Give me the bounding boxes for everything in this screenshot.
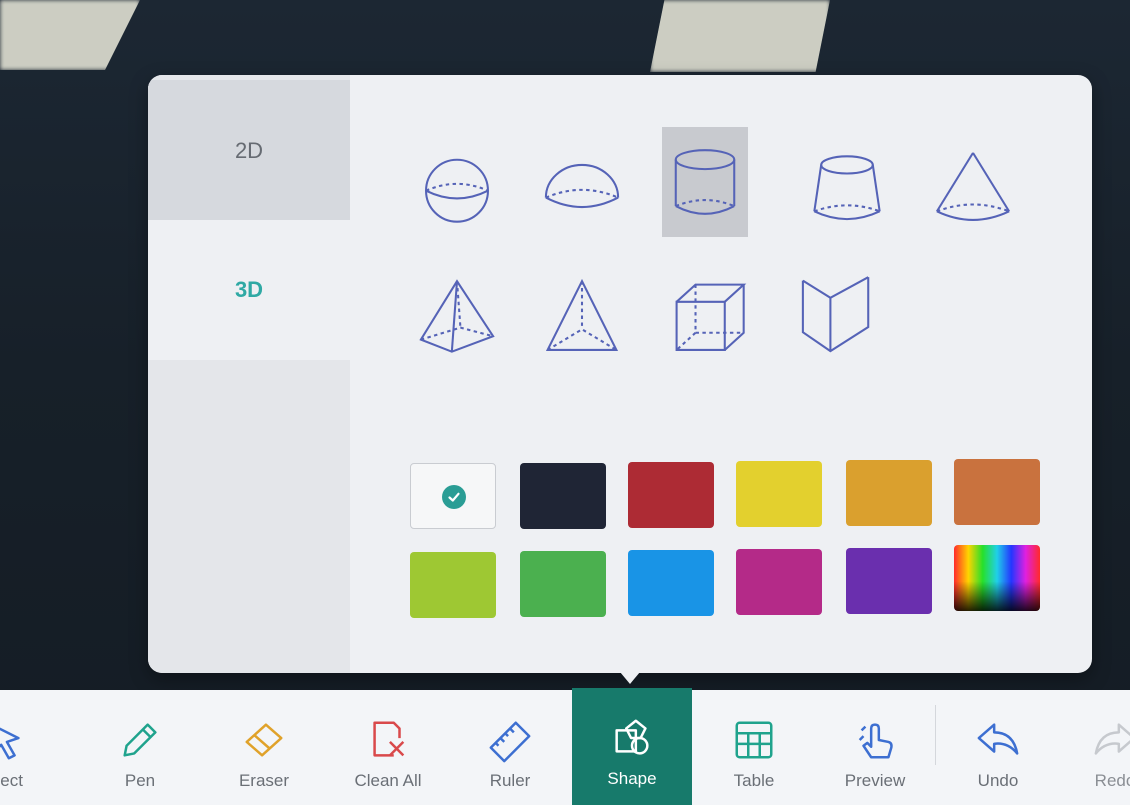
shape-icon [615, 719, 649, 755]
dimension-sidebar: 2D 3D [148, 75, 350, 673]
undo-icon [977, 723, 1019, 755]
preview-hand-icon [858, 723, 893, 759]
hemisphere-shape-button[interactable] [539, 135, 625, 243]
color-swatch-blue[interactable] [628, 550, 714, 616]
color-swatch-white[interactable] [410, 463, 496, 529]
color-swatch-purple[interactable] [846, 548, 932, 614]
square-pyramid-icon [419, 279, 495, 353]
select-tool-label: elect [0, 771, 23, 790]
color-swatch-yellow[interactable] [736, 461, 822, 527]
color-swatch-red[interactable] [628, 462, 714, 528]
clean-all-tool-label: Clean All [354, 771, 422, 790]
bottom-toolbar: elect Pen Eraser Clean All Ruler Shape [0, 688, 1130, 805]
table-icon [735, 721, 773, 759]
triangular-pyramid-shape-button[interactable] [539, 265, 625, 373]
pen-tool-label: Pen [124, 771, 156, 790]
toolbar-divider [935, 705, 936, 765]
checkmark-icon [442, 485, 466, 509]
color-swatch-magenta[interactable] [736, 549, 822, 615]
tab-3d[interactable]: 3D [148, 220, 350, 360]
cone-icon [936, 152, 1010, 221]
pen-icon [123, 723, 157, 757]
table-tool-label: Table [733, 771, 775, 790]
cone-shape-button[interactable] [930, 135, 1016, 243]
shape-tool-label: Shape [607, 769, 657, 788]
ruler-tool-button[interactable]: Ruler [455, 690, 565, 805]
redo-label: Redo [1094, 771, 1130, 790]
open-book-prism-shape-button[interactable] [796, 261, 882, 369]
open-book-prism-icon [801, 276, 870, 353]
cube-icon [675, 283, 747, 351]
sphere-shape-button[interactable] [414, 135, 500, 243]
preview-tool-button[interactable]: Preview [820, 690, 930, 805]
color-swatch-black[interactable] [520, 463, 606, 529]
eraser-tool-label: Eraser [238, 771, 290, 790]
eraser-tool-button[interactable]: Eraser [209, 690, 319, 805]
color-swatch-lime[interactable] [410, 552, 496, 618]
tab-3d-label: 3D [234, 277, 264, 302]
square-pyramid-shape-button[interactable] [414, 265, 500, 373]
shape-picker-panel: 2D 3D [148, 75, 1092, 673]
undo-button[interactable]: Undo [943, 690, 1053, 805]
table-tool-button[interactable]: Table [699, 690, 809, 805]
color-swatch-orange[interactable] [954, 459, 1040, 525]
pen-tool-button[interactable]: Pen [85, 690, 195, 805]
color-swatch-amber[interactable] [846, 460, 932, 526]
clean-all-icon [373, 721, 405, 757]
triangular-pyramid-icon [545, 278, 619, 351]
undo-label: Undo [977, 771, 1019, 790]
cube-shape-button[interactable] [668, 265, 754, 373]
select-tool-button[interactable]: elect [0, 690, 60, 805]
cylinder-icon [674, 149, 736, 215]
clean-all-tool-button[interactable]: Clean All [333, 690, 443, 805]
redo-button[interactable]: Redo [1060, 690, 1130, 805]
cylinder-shape-button[interactable] [662, 127, 748, 237]
ruler-icon [489, 721, 531, 763]
redo-icon [1094, 723, 1130, 755]
sphere-icon [425, 158, 489, 223]
tab-2d[interactable]: 2D [148, 80, 350, 220]
preview-tool-label: Preview [844, 771, 906, 790]
ceiling-light [0, 0, 140, 70]
frustum-shape-button[interactable] [804, 135, 890, 243]
color-swatch-green[interactable] [520, 551, 606, 617]
select-cursor-icon [0, 727, 20, 760]
shape-tool-button[interactable]: Shape [572, 688, 692, 805]
eraser-icon [245, 723, 283, 757]
panel-pointer [615, 666, 645, 684]
hemisphere-icon [544, 163, 620, 208]
ruler-tool-label: Ruler [489, 771, 531, 790]
tab-2d-label: 2D [234, 138, 264, 163]
color-picker-spectrum[interactable] [954, 545, 1040, 611]
frustum-icon [813, 155, 881, 221]
ceiling-light [650, 0, 830, 72]
